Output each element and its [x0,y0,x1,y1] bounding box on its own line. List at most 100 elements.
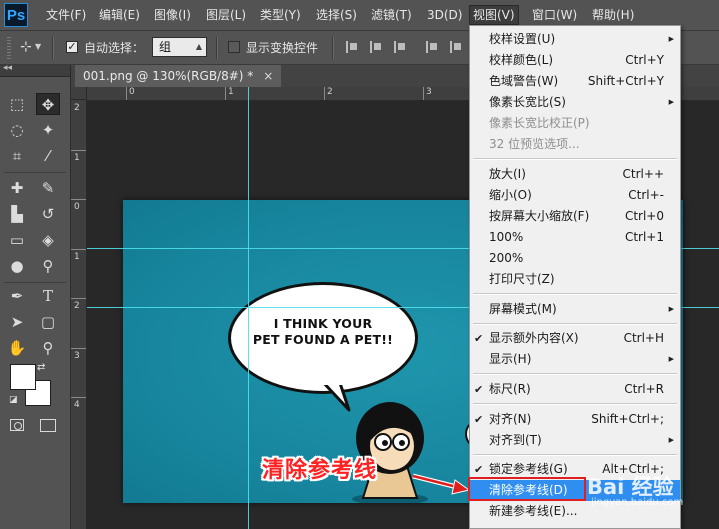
menu-layer[interactable]: 图层(L) [203,6,249,24]
baidu-watermark-url: jingyan.baidu.com [591,497,684,508]
menu-item-snap[interactable]: ✔ 对齐(N) Shift+Ctrl+; [470,409,680,430]
screen-mode-icon[interactable] [40,419,56,432]
menu-image[interactable]: 图像(I) [151,6,194,24]
align-top-icon[interactable] [346,41,358,53]
collapse-panel-icon[interactable]: ◂◂ [3,63,12,73]
hand-tool-icon[interactable]: ✋ [5,337,29,359]
menu-item-rulers[interactable]: ✔ 标尺(R) Ctrl+R [470,379,680,400]
highlight-box [468,477,586,501]
menu-item-proof-setup[interactable]: 校样设置(U) ▶ [470,29,680,50]
blur-tool-icon[interactable]: ● [5,255,29,277]
pen-tool-icon[interactable]: ✒ [5,285,29,307]
speech-line: PET FOUND A PET!! [252,332,394,347]
history-brush-tool-icon[interactable]: ↺ [36,203,60,225]
menu-item-shortcut: Ctrl+- [628,188,664,202]
menu-item-label: 屏幕模式(M) [489,302,557,316]
menu-item-fit-on-screen[interactable]: 按屏幕大小缩放(F) Ctrl+0 [470,206,680,227]
menu-item-shortcut: Ctrl+0 [624,209,664,223]
menu-item-print-size[interactable]: 打印尺寸(Z) [470,269,680,290]
auto-select-checkbox[interactable]: ✓ [66,41,78,53]
menu-item-proof-colors[interactable]: 校样颜色(L) Ctrl+Y [470,50,680,71]
menu-item-label: 按屏幕大小缩放(F) [489,209,590,223]
menu-item-100-percent[interactable]: 100% Ctrl+1 [470,227,680,248]
menu-item-extras[interactable]: ✔ 显示额外内容(X) Ctrl+H [470,328,680,349]
divider [216,37,218,59]
menu-file[interactable]: 文件(F) [43,6,89,24]
document-tab[interactable]: 001.png @ 130%(RGB/8#) * × [75,65,282,87]
clone-stamp-tool-icon[interactable]: ▙ [5,203,29,225]
checkmark-icon: ✔ [474,332,484,345]
menu-item-zoom-out[interactable]: 缩小(O) Ctrl+- [470,185,680,206]
menu-window[interactable]: 窗口(W) [529,6,580,24]
path-selection-tool-icon[interactable]: ➤ [5,311,29,333]
annotation-arrow [412,473,471,495]
menu-item-show[interactable]: 显示(H) ▶ [470,349,680,370]
document-tab-title: 001.png @ 130%(RGB/8#) * [83,69,254,83]
ruler-label: 2 [327,87,333,97]
lasso-tool-icon[interactable]: ◌ [5,119,29,141]
paint-bucket-tool-icon[interactable]: ◈ [36,229,60,251]
quick-mask-icon[interactable] [10,419,24,431]
dodge-tool-icon[interactable]: ⚲ [36,255,60,277]
options-grip[interactable] [7,37,11,59]
move-tool-icon[interactable]: ✥ [36,93,60,115]
ruler-label: 0 [129,87,135,97]
tools-panel-header[interactable]: ◂◂ [0,63,70,77]
menu-3d[interactable]: 3D(D) [424,6,465,24]
menu-item-zoom-in[interactable]: 放大(I) Ctrl++ [470,164,680,185]
menu-item-screen-mode[interactable]: 屏幕模式(M) ▶ [470,299,680,320]
swap-colors-icon[interactable]: ⇄ [37,362,45,373]
zoom-tool-icon[interactable]: ⚲ [36,337,60,359]
magic-wand-tool-icon[interactable]: ✦ [36,119,60,141]
menu-item-shortcut: Ctrl+Y [625,53,664,67]
ruler-origin[interactable] [71,87,87,100]
ruler-tick [71,249,86,250]
move-tool-icon[interactable]: ⊹ [20,39,32,55]
vertical-guide[interactable] [248,87,249,529]
menu-item-label: 新建参考线(E)... [489,504,578,518]
menu-item-gamut-warning[interactable]: 色域警告(W) Shift+Ctrl+Y [470,71,680,92]
menu-select[interactable]: 选择(S) [313,6,360,24]
align-hcenter-icon[interactable] [450,41,462,53]
menu-item-200-percent[interactable]: 200% [470,248,680,269]
eraser-tool-icon[interactable]: ▭ [5,229,29,251]
menu-item-label: 对齐到(T) [489,433,542,447]
close-tab-icon[interactable]: × [263,65,273,87]
foreground-color-swatch[interactable] [10,364,36,390]
default-colors-icon[interactable]: ◪ [9,395,18,405]
align-left-icon[interactable] [426,41,438,53]
marquee-tool-icon[interactable]: ⬚ [5,93,29,115]
ruler-label: 0 [74,202,80,212]
auto-select-dropdown[interactable]: 组 ▲ [152,37,207,57]
ruler-label: 1 [74,153,80,163]
menu-item-snap-to[interactable]: 对齐到(T) ▶ [470,430,680,451]
ruler-tick [71,199,86,200]
menu-view[interactable]: 视图(V) [469,5,519,25]
align-vcenter-icon[interactable] [370,41,382,53]
ruler-label: 4 [74,400,80,410]
menu-edit[interactable]: 编辑(E) [96,6,143,24]
menu-item-label: 打印尺寸(Z) [489,272,555,286]
menu-item-pixel-aspect-ratio[interactable]: 像素长宽比(S) ▶ [470,92,680,113]
crop-tool-icon[interactable]: ⌗ [5,145,29,167]
eyedropper-tool-icon[interactable]: ⁄ [36,145,60,167]
menu-item-label: 校样设置(U) [489,32,556,46]
menu-filter[interactable]: 滤镜(T) [368,6,415,24]
healing-brush-tool-icon[interactable]: ✚ [5,177,29,199]
menu-help[interactable]: 帮助(H) [589,6,637,24]
speech-bubble-text: I THINK YOUR PET FOUND A PET!! [243,316,403,348]
tool-preset-caret-icon[interactable]: ▼ [35,42,41,51]
submenu-arrow-icon: ▶ [668,98,674,106]
checkmark-icon: ✔ [474,413,484,426]
vertical-ruler[interactable]: 2 1 0 1 2 3 4 [71,100,87,529]
ruler-tick [71,348,86,349]
align-bottom-icon[interactable] [394,41,406,53]
rectangle-tool-icon[interactable]: ▢ [36,311,60,333]
menu-type[interactable]: 类型(Y) [257,6,304,24]
ruler-label: 1 [228,87,234,97]
submenu-arrow-icon: ▶ [668,436,674,444]
submenu-arrow-icon: ▶ [668,355,674,363]
brush-tool-icon[interactable]: ✎ [36,177,60,199]
show-transform-checkbox[interactable] [228,41,240,53]
type-tool-icon[interactable]: T [36,285,60,307]
